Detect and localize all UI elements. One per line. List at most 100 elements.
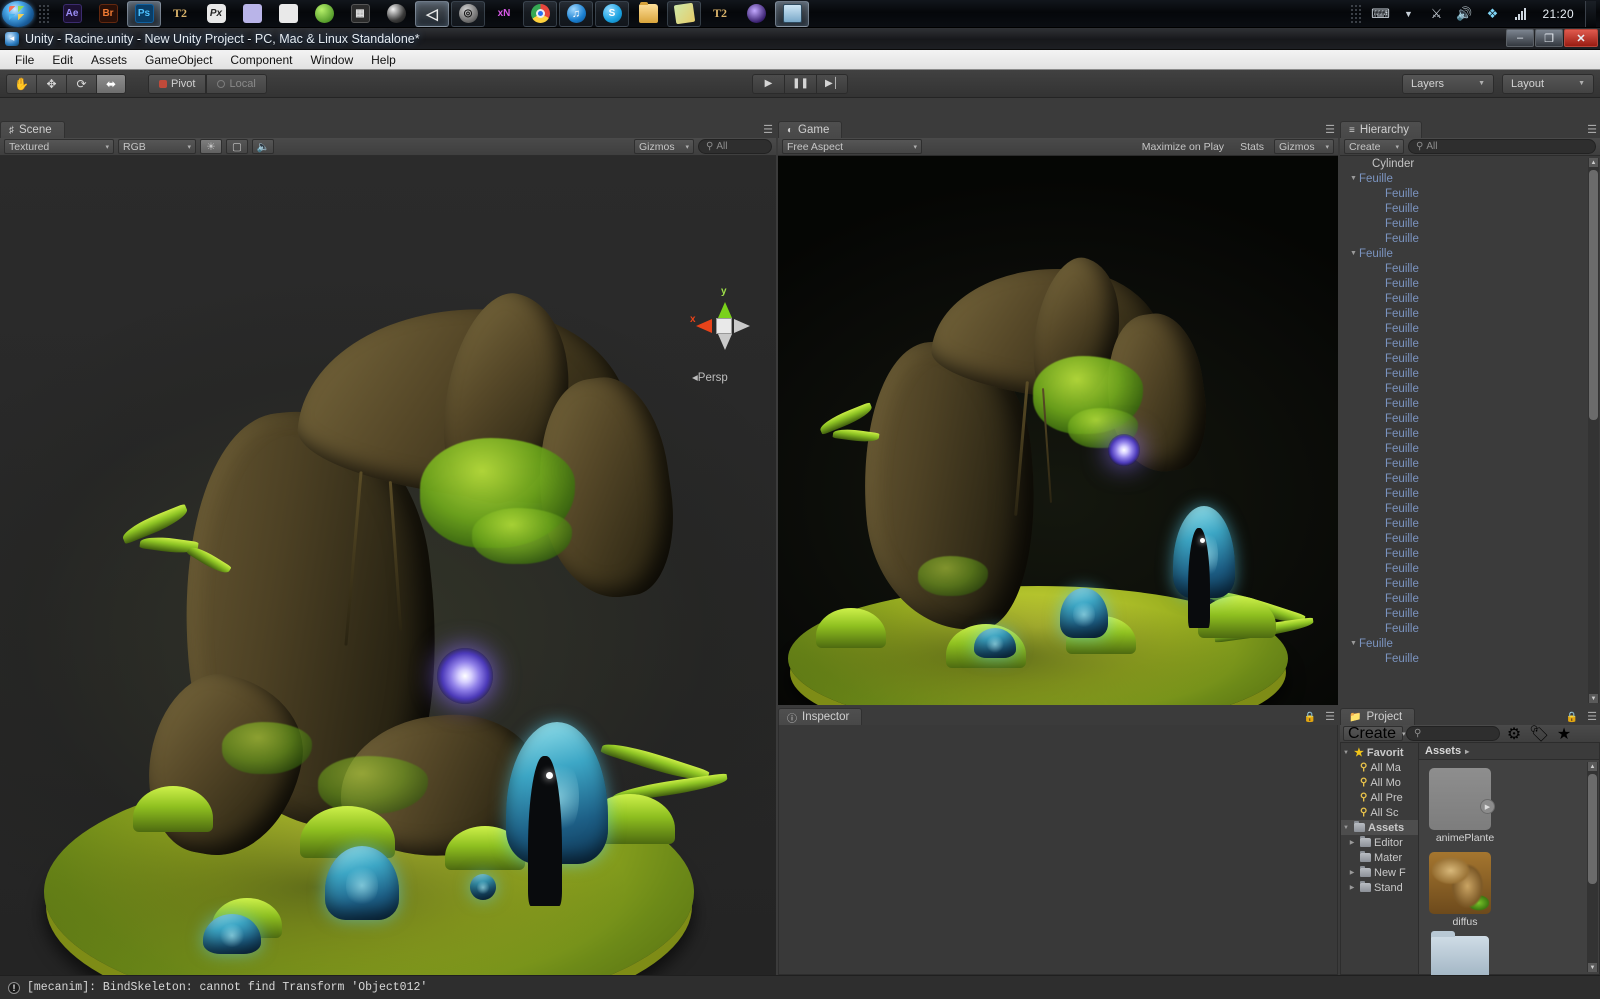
hierarchy-item[interactable]: Feuille [1340, 456, 1600, 471]
layers-dropdown[interactable]: Layers ▼ [1402, 73, 1494, 94]
scroll-down-icon[interactable]: ▼ [1589, 694, 1598, 703]
hierarchy-item[interactable]: Feuille [1340, 216, 1600, 231]
hierarchy-item[interactable]: Feuille [1340, 306, 1600, 321]
network-signal-icon[interactable] [1510, 4, 1530, 24]
stats-toggle[interactable]: Stats [1234, 141, 1270, 153]
layout-dropdown[interactable]: Layout ▼ [1502, 73, 1594, 94]
expand-triangle-icon[interactable]: ▼ [1348, 640, 1359, 647]
gizmos-dropdown[interactable]: Gizmos ▾ [634, 139, 694, 154]
hierarchy-item[interactable]: Feuille [1340, 621, 1600, 636]
hierarchy-item[interactable]: Feuille [1340, 186, 1600, 201]
dropbox-icon[interactable]: ❖ [1482, 4, 1502, 24]
taskbar-adobe-after-effects[interactable]: Ae [55, 1, 89, 27]
minimize-button[interactable]: – [1506, 29, 1534, 47]
project-asset-grid[interactable]: Assets ▸ ▶ animePlante diffus ▲ ▼ [1419, 743, 1599, 980]
hierarchy-item[interactable]: Cylinder [1340, 156, 1600, 171]
hierarchy-item[interactable]: Feuille [1340, 531, 1600, 546]
breadcrumb[interactable]: Assets ▸ [1419, 743, 1599, 760]
menu-file[interactable]: File [6, 52, 43, 68]
menu-edit[interactable]: Edit [43, 52, 82, 68]
draw-mode-dropdown[interactable]: Textured ▾ [4, 139, 114, 154]
hierarchy-item[interactable]: Feuille [1340, 591, 1600, 606]
taskbar-skype[interactable]: S [595, 0, 629, 27]
tab-game[interactable]: ◐ Game [778, 121, 843, 138]
tray-grip[interactable] [1350, 3, 1363, 24]
audio-icon[interactable]: 🔈 [252, 139, 274, 154]
expand-triangle-icon[interactable]: ▼ [1348, 250, 1359, 257]
project-tree-item[interactable]: ▼ ★ Favorit [1341, 745, 1418, 760]
hierarchy-item[interactable]: Feuille [1340, 441, 1600, 456]
hierarchy-tree[interactable]: ▲ ▼ Cylinder ▼ Feuille Feuille Feuille Feuill… [1340, 156, 1600, 705]
hand-tool[interactable]: ✋ [6, 73, 36, 94]
panel-menu-icon[interactable]: ☰ [1587, 710, 1597, 723]
hierarchy-search-input[interactable]: ⚲ All [1408, 139, 1596, 154]
taskbar-magnifier-app[interactable]: ▦ [343, 1, 377, 27]
game-gizmos-dropdown[interactable]: Gizmos ▾ [1274, 139, 1334, 154]
hierarchy-item[interactable]: Feuille [1340, 351, 1600, 366]
play-button[interactable]: ▶ [752, 73, 784, 94]
taskbar-sphere-app[interactable] [379, 1, 413, 27]
tab-hierarchy[interactable]: ≡ Hierarchy [1340, 121, 1423, 138]
scroll-down-icon[interactable]: ▼ [1588, 963, 1597, 972]
hierarchy-create-button[interactable]: Create ▾ [1344, 139, 1404, 154]
hierarchy-item[interactable]: Feuille [1340, 561, 1600, 576]
hierarchy-item[interactable]: Feuille [1340, 411, 1600, 426]
hierarchy-item[interactable]: Feuille [1340, 366, 1600, 381]
taskbar-adobe-bridge[interactable]: Br [91, 1, 125, 27]
scroll-up-icon[interactable]: ▲ [1589, 158, 1598, 167]
hierarchy-item[interactable]: ▼ Feuille [1340, 171, 1600, 186]
hierarchy-item[interactable]: Feuille [1340, 231, 1600, 246]
expand-triangle-icon[interactable]: ▶ [1347, 869, 1357, 876]
taskbar-explorer-folder[interactable] [631, 1, 665, 27]
taskbar-itunes[interactable]: ♫ [559, 0, 593, 27]
scene-view-gizmo[interactable]: x y ◂Persp [680, 286, 776, 396]
hierarchy-item[interactable]: Feuille [1340, 576, 1600, 591]
expand-triangle-icon[interactable]: ▼ [1348, 175, 1359, 182]
project-search-input[interactable]: ⚲ [1406, 726, 1500, 741]
hierarchy-item[interactable]: Feuille [1340, 321, 1600, 336]
color-mode-dropdown[interactable]: RGB ▾ [118, 139, 196, 154]
hierarchy-item[interactable]: Feuille [1340, 396, 1600, 411]
asset-item[interactable]: diffus [1429, 852, 1501, 928]
maximize-button[interactable]: ❐ [1535, 29, 1563, 47]
step-button[interactable]: ▶│ [816, 73, 848, 94]
game-viewport[interactable] [778, 156, 1338, 705]
menu-assets[interactable]: Assets [82, 52, 136, 68]
star-icon[interactable]: ★ [1553, 726, 1575, 743]
taskbar-topogun[interactable]: T2 [163, 1, 197, 27]
asset-item[interactable] [1429, 931, 1501, 980]
project-tree-item[interactable]: ⚲ All Ma [1341, 760, 1418, 775]
project-tree-item[interactable]: ▶ Stand [1341, 880, 1418, 895]
taskbar-xnormal[interactable]: xN [487, 1, 521, 27]
project-scrollbar[interactable]: ▲ ▼ [1587, 762, 1598, 972]
aspect-dropdown[interactable]: Free Aspect ▾ [782, 139, 922, 154]
taskbar-unity-window[interactable] [775, 0, 809, 27]
close-button[interactable]: ✕ [1564, 29, 1598, 47]
project-tree-item[interactable]: ▶ New F [1341, 865, 1418, 880]
filter-type-icon[interactable]: ⚙ [1503, 726, 1525, 743]
hierarchy-item[interactable]: Feuille [1340, 486, 1600, 501]
volume-icon[interactable]: 🔊 [1454, 4, 1474, 24]
hierarchy-item[interactable]: ▼ Feuille [1340, 246, 1600, 261]
hierarchy-item[interactable]: Feuille [1340, 261, 1600, 276]
status-bar[interactable]: ! [mecanim]: BindSkeleton: cannot find T… [0, 975, 1600, 999]
menu-component[interactable]: Component [221, 52, 301, 68]
hierarchy-item[interactable]: ▼ Feuille [1340, 636, 1600, 651]
taskbar-clock[interactable]: 21:20 [1542, 7, 1574, 21]
taskbar-google-chrome[interactable] [523, 0, 557, 27]
project-tree[interactable]: ▼ ★ Favorit ⚲ All Ma ⚲ All Mo ⚲ All Pre ⚲ All Sc ▼ A… [1341, 743, 1419, 974]
pivot-toggle[interactable]: Pivot [148, 73, 207, 94]
panel-menu-icon[interactable]: ☰ [763, 123, 773, 136]
project-tree-item[interactable]: Mater [1341, 850, 1418, 865]
panel-menu-icon[interactable]: ☰ [1325, 710, 1335, 723]
move-tool[interactable]: ✥ [36, 73, 66, 94]
taskbar-runner-app[interactable] [271, 1, 305, 27]
menu-gameobject[interactable]: GameObject [136, 52, 221, 68]
taskbar-grip[interactable] [38, 3, 50, 24]
taskbar-green-app[interactable] [307, 1, 341, 27]
menu-help[interactable]: Help [362, 52, 405, 68]
hierarchy-item[interactable]: Feuille [1340, 201, 1600, 216]
pause-button[interactable]: ❚❚ [784, 73, 816, 94]
expand-triangle-icon[interactable]: ▼ [1341, 825, 1351, 831]
hierarchy-item[interactable]: Feuille [1340, 276, 1600, 291]
